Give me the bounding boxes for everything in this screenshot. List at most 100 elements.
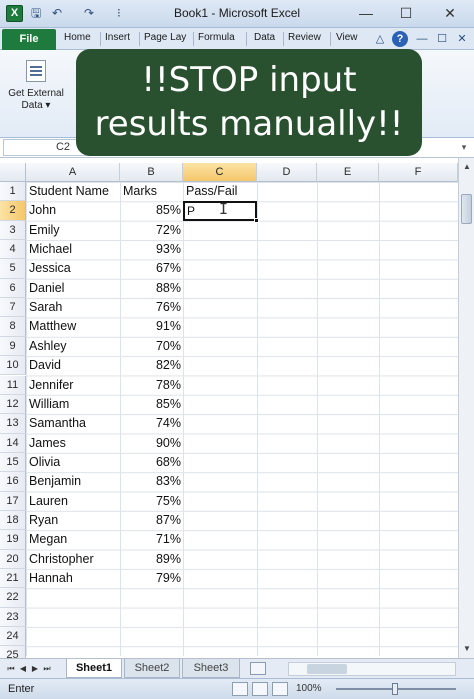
student-name-cell[interactable]: William	[26, 395, 120, 414]
student-name-cell[interactable]: Lauren	[26, 492, 120, 511]
row-header-4[interactable]: 4	[0, 240, 26, 260]
get-external-data-icon[interactable]	[26, 60, 46, 82]
row-header-9[interactable]: 9	[0, 336, 26, 357]
cell-b1[interactable]: Marks	[120, 182, 183, 201]
scroll-up-icon[interactable]: ▲	[460, 160, 474, 174]
tab-page-layout[interactable]: Page Lay	[144, 32, 186, 43]
marks-cell[interactable]: 87%	[120, 511, 183, 530]
select-all-corner[interactable]	[0, 163, 26, 182]
marks-cell[interactable]: 89%	[120, 550, 183, 569]
marks-cell[interactable]: 76%	[120, 298, 183, 317]
student-name-cell[interactable]: Jennifer	[26, 376, 120, 395]
student-name-cell[interactable]: Sarah	[26, 298, 120, 317]
marks-cell[interactable]: 68%	[120, 453, 183, 472]
last-sheet-icon[interactable]: ⏭	[42, 662, 52, 676]
marks-cell[interactable]: 67%	[120, 259, 183, 278]
normal-view-icon[interactable]	[232, 682, 248, 696]
student-name-cell[interactable]: Michael	[26, 240, 120, 259]
row-header-10[interactable]: 10	[0, 356, 26, 376]
marks-cell[interactable]: 71%	[120, 530, 183, 549]
marks-cell[interactable]: 75%	[120, 492, 183, 511]
marks-cell[interactable]: 88%	[120, 279, 183, 298]
cell-a1[interactable]: Student Name	[26, 182, 120, 201]
student-name-cell[interactable]: Matthew	[26, 317, 120, 336]
undo-icon[interactable]: ↶	[52, 5, 62, 22]
column-header-e[interactable]: E	[317, 163, 379, 182]
tab-data[interactable]: Data	[254, 32, 275, 43]
prev-sheet-icon[interactable]: ◀	[18, 662, 28, 676]
maximize-button[interactable]: ☐	[392, 3, 420, 23]
workbook-restore-icon[interactable]: ☐	[434, 31, 450, 47]
page-break-view-icon[interactable]	[272, 682, 288, 696]
row-header-18[interactable]: 18	[0, 510, 26, 531]
tab-file[interactable]: File	[2, 29, 56, 50]
marks-cell[interactable]: 90%	[120, 434, 183, 453]
sheet-tab-sheet1[interactable]: Sheet1	[66, 659, 122, 678]
scroll-thumb[interactable]	[461, 194, 472, 224]
help-icon[interactable]: ?	[392, 31, 408, 47]
row-header-8[interactable]: 8	[0, 317, 26, 337]
excel-app-icon[interactable]: X	[6, 5, 23, 22]
row-header-2[interactable]: 2	[0, 201, 26, 221]
marks-cell[interactable]: 83%	[120, 472, 183, 491]
fill-handle[interactable]	[254, 218, 259, 223]
next-sheet-icon[interactable]: ▶	[30, 662, 40, 676]
row-header-13[interactable]: 13	[0, 414, 26, 434]
zoom-slider-knob[interactable]	[392, 683, 398, 695]
sheet-tab-sheet3[interactable]: Sheet3	[182, 659, 240, 678]
student-name-cell[interactable]: Megan	[26, 530, 120, 549]
column-header-d[interactable]: D	[257, 163, 317, 182]
student-name-cell[interactable]: Hannah	[26, 569, 120, 588]
zoom-level[interactable]: 100%	[296, 683, 322, 694]
horizontal-scrollbar[interactable]	[288, 662, 456, 676]
tab-insert[interactable]: Insert	[105, 32, 130, 43]
tab-home[interactable]: Home	[64, 32, 91, 43]
sheet-tab-sheet2[interactable]: Sheet2	[124, 659, 180, 678]
row-header-6[interactable]: 6	[0, 278, 26, 299]
marks-cell[interactable]: 85%	[120, 395, 183, 414]
customize-toolbar-icon[interactable]: ⁝	[117, 5, 121, 22]
marks-cell[interactable]: 72%	[120, 221, 183, 240]
row-header-17[interactable]: 17	[0, 491, 26, 511]
redo-icon[interactable]: ↷	[84, 5, 94, 22]
row-header-5[interactable]: 5	[0, 259, 26, 279]
row-header-3[interactable]: 3	[0, 220, 26, 241]
zoom-slider[interactable]	[336, 683, 456, 695]
student-name-cell[interactable]: Samantha	[26, 414, 120, 433]
vertical-scrollbar[interactable]: ▲ ▼	[458, 158, 474, 658]
row-header-19[interactable]: 19	[0, 530, 26, 550]
marks-cell[interactable]: 78%	[120, 376, 183, 395]
student-name-cell[interactable]: Ryan	[26, 511, 120, 530]
row-header-14[interactable]: 14	[0, 433, 26, 453]
student-name-cell[interactable]: Daniel	[26, 279, 120, 298]
marks-cell[interactable]: 74%	[120, 414, 183, 433]
student-name-cell[interactable]: David	[26, 356, 120, 375]
tab-view[interactable]: View	[336, 32, 358, 43]
scroll-down-icon[interactable]: ▼	[460, 642, 474, 656]
workbook-close-icon[interactable]: ✕	[454, 31, 470, 47]
workbook-minimize-icon[interactable]: —	[414, 31, 430, 47]
tab-review[interactable]: Review	[288, 32, 321, 43]
tab-formulas[interactable]: Formula	[198, 32, 235, 43]
column-header-c[interactable]: C	[183, 163, 257, 182]
row-header-23[interactable]: 23	[0, 607, 26, 628]
student-name-cell[interactable]: Christopher	[26, 550, 120, 569]
active-cell-input[interactable]: P	[187, 203, 195, 220]
student-name-cell[interactable]: Ashley	[26, 337, 120, 356]
student-name-cell[interactable]: Emily	[26, 221, 120, 240]
marks-cell[interactable]: 85%	[120, 201, 183, 220]
row-header-7[interactable]: 7	[0, 298, 26, 318]
column-header-f[interactable]: F	[379, 163, 458, 182]
student-name-cell[interactable]: Olivia	[26, 453, 120, 472]
row-header-20[interactable]: 20	[0, 549, 26, 569]
insert-sheet-icon[interactable]	[250, 662, 266, 675]
row-header-21[interactable]: 21	[0, 569, 26, 589]
horizontal-scroll-thumb[interactable]	[307, 664, 347, 674]
marks-cell[interactable]: 70%	[120, 337, 183, 356]
row-header-22[interactable]: 22	[0, 588, 26, 608]
marks-cell[interactable]: 82%	[120, 356, 183, 375]
row-header-16[interactable]: 16	[0, 472, 26, 492]
row-header-1[interactable]: 1	[0, 182, 26, 202]
save-icon[interactable]: 🖫	[31, 5, 41, 22]
row-header-11[interactable]: 11	[0, 375, 26, 395]
